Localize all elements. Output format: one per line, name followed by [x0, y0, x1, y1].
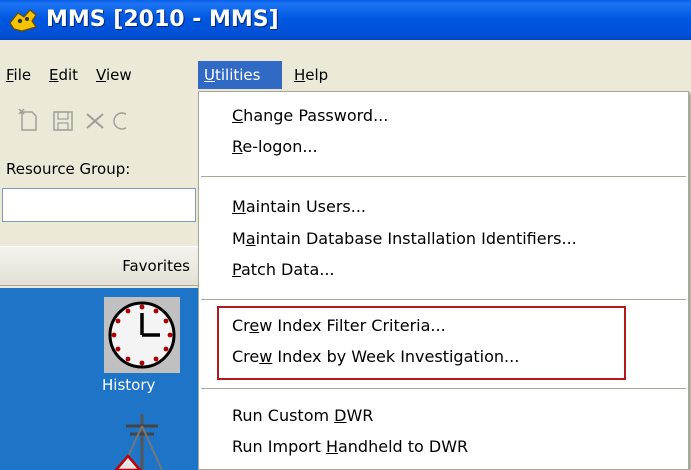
utilities-dropdown-menu: Change Password... Re-logon... Maintain …: [198, 91, 689, 470]
menu-item-text: Run Import: [232, 437, 326, 456]
menu-item-text: atch Data...: [240, 260, 335, 279]
menu-item-maintain-database-ids[interactable]: Maintain Database Installation Identifie…: [232, 225, 577, 253]
menu-item-mnemonic: P: [232, 260, 241, 279]
menu-item-text: hange Password...: [243, 106, 389, 125]
menu-item-text: e-logon...: [242, 137, 318, 156]
menu-item-text: intain Database Installation Identifiers…: [255, 229, 577, 248]
menu-file-label: ile: [13, 66, 32, 84]
menu-item-text: Index by Week Investigation...: [272, 347, 520, 366]
delete-icon[interactable]: [82, 108, 108, 134]
app-icon: [9, 9, 37, 32]
menu-item-text: andheld to DWR: [337, 437, 469, 456]
menu-edit[interactable]: Edit: [43, 61, 84, 89]
history-label[interactable]: History: [102, 376, 155, 394]
menu-file-mnemonic: F: [6, 66, 14, 84]
menu-item-mnemonic: w: [259, 347, 273, 366]
menu-separator: [201, 388, 686, 389]
menu-view[interactable]: View: [90, 61, 138, 89]
menu-item-text: aintain Users...: [245, 197, 367, 216]
menu-item-text: WR: [346, 406, 374, 425]
menu-item-text: Run Custom: [232, 406, 335, 425]
menu-help[interactable]: Help: [288, 61, 334, 89]
menu-item-relogon[interactable]: Re-logon...: [232, 133, 318, 161]
menu-item-crew-index-week[interactable]: Crew Index by Week Investigation...: [232, 343, 519, 371]
menu-item-text: Cr: [232, 316, 250, 335]
menu-item-patch-data[interactable]: Patch Data...: [232, 256, 335, 284]
menu-item-change-password[interactable]: Change Password...: [232, 102, 388, 130]
resource-group-input[interactable]: [2, 188, 196, 222]
menu-item-mnemonic: M: [232, 197, 246, 216]
save-icon[interactable]: [50, 108, 76, 134]
new-file-icon[interactable]: [16, 108, 42, 134]
menu-item-mnemonic: H: [325, 437, 338, 456]
menu-view-label: iew: [105, 66, 132, 84]
menu-item-mnemonic: a: [245, 229, 256, 248]
resource-group-label: Resource Group:: [6, 160, 131, 178]
menu-item-mnemonic: D: [334, 406, 347, 425]
menu-item-mnemonic: e: [249, 316, 260, 335]
favorites-label: Favorites: [122, 257, 190, 275]
menu-separator: [201, 299, 686, 300]
menu-help-mnemonic: H: [294, 66, 306, 84]
clock-icon[interactable]: [104, 297, 180, 373]
menu-separator: [201, 176, 686, 177]
favorites-bar[interactable]: Favorites: [0, 246, 200, 286]
title-bar[interactable]: MMS [2010 - MMS]: [0, 0, 691, 40]
menu-item-text: M: [232, 229, 246, 248]
menu-utilities-label: tilities: [214, 66, 261, 84]
menu-edit-label: dit: [58, 66, 79, 84]
menu-help-label: elp: [305, 66, 329, 84]
menu-item-run-custom-dwr[interactable]: Run Custom DWR: [232, 402, 373, 430]
tower-icon[interactable]: [112, 412, 172, 470]
menu-item-mnemonic: C: [232, 106, 244, 125]
settings-icon[interactable]: [108, 108, 126, 134]
menu-item-crew-index-filter[interactable]: Crew Index Filter Criteria...: [232, 312, 446, 340]
menu-view-mnemonic: V: [96, 66, 106, 84]
menu-file[interactable]: File: [0, 61, 37, 89]
menu-item-maintain-users[interactable]: Maintain Users...: [232, 193, 366, 221]
menu-item-text: w Index Filter Criteria...: [259, 316, 446, 335]
window-title: MMS [2010 - MMS]: [46, 7, 279, 32]
menu-utilities[interactable]: Utilities: [198, 61, 282, 89]
menu-item-text: Cre: [232, 347, 260, 366]
menu-utilities-mnemonic: U: [204, 66, 215, 84]
menu-item-run-import-handheld[interactable]: Run Import Handheld to DWR: [232, 433, 468, 461]
menu-item-mnemonic: R: [232, 137, 243, 156]
